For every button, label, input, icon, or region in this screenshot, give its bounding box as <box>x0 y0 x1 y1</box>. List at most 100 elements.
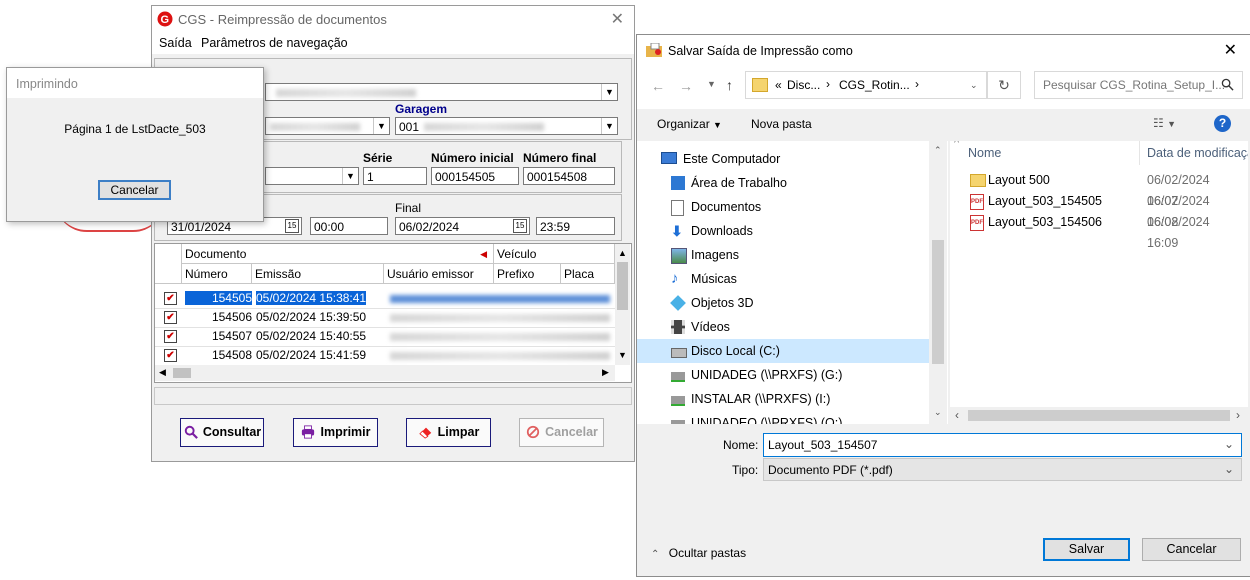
document-type-select[interactable]: ▼ <box>265 167 359 185</box>
sort-ascending-icon: ^ <box>954 141 960 149</box>
breadcrumb-item-disc[interactable]: Disc... <box>787 78 820 92</box>
numero-final-input[interactable]: 000154508 <box>523 167 615 185</box>
sidebar-item-instalar[interactable]: INSTALAR (\\PRXFS) (I:) <box>637 387 929 411</box>
back-arrow-icon[interactable]: ← <box>651 78 665 94</box>
help-icon[interactable]: ? <box>1214 115 1231 132</box>
file-row[interactable]: Layout 500 06/02/2024 16:07 <box>950 170 1230 208</box>
printing-cancel-button[interactable]: Cancelar <box>98 180 171 200</box>
sidebar-item-videos[interactable]: Vídeos <box>637 315 929 339</box>
table-row[interactable]: ✔ 154507 05/02/2024 15:40:55 <box>155 327 615 347</box>
menu-saida[interactable]: Saída <box>159 36 192 50</box>
sidebar-item-downloads[interactable]: ⬇ Downloads <box>637 219 929 243</box>
col-emissao[interactable]: Emissão <box>252 264 384 284</box>
file-row[interactable]: PDF Layout_503_154506 06/02/2024 16:09 <box>950 212 1230 250</box>
col-prefixo[interactable]: Prefixo <box>494 264 561 284</box>
sidebar-item-musicas[interactable]: ♪ Músicas <box>637 267 929 291</box>
chevron-down-icon[interactable]: ▼ <box>618 350 627 360</box>
save-button[interactable]: Salvar <box>1043 538 1130 561</box>
file-row[interactable]: PDF Layout_503_154505 06/02/2024 16:08 <box>950 191 1230 229</box>
table-row[interactable]: ✔ 154505 05/02/2024 15:38:41 <box>155 289 615 309</box>
view-options-icon[interactable]: ☷ ▼ <box>1153 116 1176 130</box>
chevron-down-icon[interactable]: ▼ <box>707 79 716 89</box>
row-checkbox[interactable]: ✔ <box>164 292 177 305</box>
calendar-icon[interactable]: 15 <box>285 219 299 233</box>
arrow-left-icon: ◀ <box>480 249 487 259</box>
chevron-down-icon[interactable]: ⌄ <box>934 407 942 418</box>
menu-parametros-navegacao[interactable]: Parâmetros de navegação <box>201 36 348 50</box>
search-placeholder: Pesquisar CGS_Rotina_Setup_I... <box>1043 78 1226 92</box>
table-row[interactable]: ✔ 154506 05/02/2024 15:39:50 <box>155 308 615 328</box>
printer-icon <box>302 425 315 439</box>
close-icon[interactable]: ✕ <box>1224 40 1237 60</box>
chevron-down-icon: ▼ <box>342 168 358 184</box>
refresh-button[interactable]: ↻ <box>987 71 1021 99</box>
row-checkbox[interactable]: ✔ <box>164 349 177 362</box>
col-numero[interactable]: Número <box>182 264 252 284</box>
scroll-thumb[interactable] <box>932 240 944 364</box>
sidebar-item-documentos[interactable]: Documentos <box>637 195 929 219</box>
col-usuario-emissor[interactable]: Usuário emissor <box>384 264 494 284</box>
printing-title: Imprimindo <box>16 77 78 91</box>
calendar-icon[interactable]: 15 <box>513 219 527 233</box>
cancelar-button[interactable]: Cancelar <box>519 418 604 447</box>
sidebar-item-objetos-3d[interactable]: Objetos 3D <box>637 291 929 315</box>
hora-final-input[interactable]: 23:59 <box>536 217 615 235</box>
file-name-input[interactable]: Layout_503_154507 ⌄ <box>763 433 1242 457</box>
up-arrow-icon[interactable]: ↑ <box>726 77 733 93</box>
chevron-up-icon[interactable]: ▲ <box>618 248 627 258</box>
sidebar-item-este-computador[interactable]: Este Computador <box>637 147 929 171</box>
chevron-down-icon[interactable]: ⌄ <box>1224 462 1234 476</box>
col-nome[interactable]: Nome <box>968 146 1001 160</box>
chevron-right-icon[interactable]: ▶ <box>602 367 609 378</box>
scroll-thumb[interactable] <box>173 368 191 378</box>
chevron-up-icon[interactable]: ⌃ <box>934 145 942 156</box>
consultar-button[interactable]: Consultar <box>180 418 264 447</box>
filial-select[interactable]: ▼ <box>265 117 390 135</box>
scroll-thumb[interactable] <box>617 262 628 310</box>
chevron-right-icon[interactable]: › <box>1236 408 1240 422</box>
chevron-down-icon[interactable]: ⌄ <box>970 80 978 91</box>
forward-arrow-icon[interactable]: → <box>679 78 693 94</box>
sidebar-item-imagens[interactable]: Imagens <box>637 243 929 267</box>
search-input[interactable]: Pesquisar CGS_Rotina_Setup_I... <box>1034 71 1243 99</box>
chevron-left-icon[interactable]: ‹ <box>955 408 959 422</box>
sidebar-item-unidadeo[interactable]: UNIDADEO (\\PRXFS) (O:) <box>637 411 929 424</box>
numero-inicial-value: 000154505 <box>435 170 496 184</box>
organize-button[interactable]: Organizar ▼ <box>657 117 722 131</box>
table-row[interactable]: ✔ 154508 05/02/2024 15:41:59 <box>155 346 615 366</box>
chevron-left-icon[interactable]: ◀ <box>159 367 166 378</box>
hora-inicial-input[interactable]: 00:00 <box>310 217 388 235</box>
row-checkbox[interactable]: ✔ <box>164 311 177 324</box>
file-type-select[interactable]: Documento PDF (*.pdf) ⌄ <box>763 458 1242 481</box>
serie-input[interactable]: 1 <box>363 167 427 185</box>
breadcrumb-overflow[interactable]: « <box>775 78 782 92</box>
scroll-thumb[interactable] <box>968 410 1230 421</box>
new-folder-button[interactable]: Nova pasta <box>751 117 812 131</box>
sidebar-item-disco-local[interactable]: Disco Local (C:) <box>637 339 929 363</box>
sidebar-scrollbar[interactable]: ⌃ ⌄ <box>929 141 947 424</box>
limpar-button[interactable]: Limpar <box>406 418 491 447</box>
col-placa[interactable]: Placa <box>561 264 615 284</box>
sidebar-item-area-de-trabalho[interactable]: Área de Trabalho <box>637 171 929 195</box>
hide-folders-toggle[interactable]: ⌃ Ocultar pastas <box>651 546 746 560</box>
cancel-button[interactable]: Cancelar <box>1142 538 1241 561</box>
col-data-modificacao[interactable]: Data de modificaçã <box>1147 146 1248 160</box>
imprimir-button[interactable]: Imprimir <box>293 418 378 447</box>
close-icon[interactable]: ✕ <box>611 9 624 29</box>
grid-vertical-scrollbar[interactable]: ▲ ▼ <box>615 244 630 365</box>
data-final-input[interactable]: 06/02/2024 15 <box>395 217 530 235</box>
row-checkbox[interactable]: ✔ <box>164 330 177 343</box>
final-label: Final <box>395 201 422 215</box>
address-bar[interactable]: « Disc... › CGS_Rotin... › ⌄ <box>745 71 987 99</box>
breadcrumb-item-folder[interactable]: CGS_Rotin... <box>839 78 910 92</box>
garagem-select[interactable]: 001 ▼ <box>395 117 618 135</box>
garagem-label: Garagem <box>395 102 448 116</box>
chevron-down-icon[interactable]: ⌄ <box>1224 437 1234 451</box>
3d-objects-icon <box>670 295 686 311</box>
company-select[interactable]: ▼ <box>265 83 618 101</box>
grid-horizontal-scrollbar[interactable]: ◀ ▶ <box>155 365 615 381</box>
file-date: 06/02/2024 16:09 <box>1147 215 1210 250</box>
file-list-scrollbar[interactable]: ‹ › <box>950 407 1248 424</box>
sidebar-item-unidadeg[interactable]: UNIDADEG (\\PRXFS) (G:) <box>637 363 929 387</box>
numero-inicial-input[interactable]: 000154505 <box>431 167 519 185</box>
